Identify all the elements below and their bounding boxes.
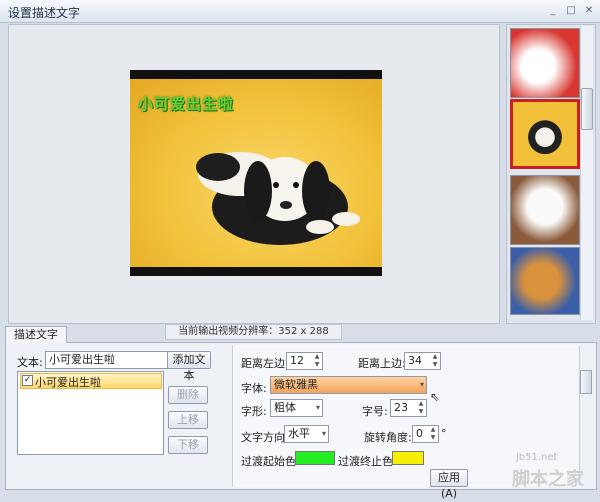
thumbnail-4[interactable] [510,247,580,315]
settings-scroll-thumb[interactable] [580,370,592,394]
add-text-button[interactable]: 添加文本 [167,351,211,382]
move-up-button[interactable]: 上移 [168,411,208,429]
font-combo[interactable]: 微软雅黑 ▾ [270,376,427,394]
watermark-site: jb51.net [516,452,558,463]
overlay-caption[interactable]: 小可爱出生啦 [138,93,234,114]
maximize-icon[interactable]: □ [564,5,578,17]
font-size-spinner[interactable]: 23 ▲ ▼ [390,399,427,417]
spinner-arrows-icon[interactable]: ▲ ▼ [313,353,321,369]
top-margin-label: 距离上边: [358,357,406,370]
apply-button[interactable]: 应用(A) [430,469,468,500]
top-margin-spinner[interactable]: 34 ▲ ▼ [404,352,441,370]
thumbnail-3[interactable] [510,175,580,245]
text-input[interactable]: 小可爱出生啦 [45,351,169,369]
gradient-end-swatch[interactable] [392,451,424,465]
close-icon[interactable]: ✕ [582,5,596,17]
rotation-label: 旋转角度: [364,431,412,444]
font-size-value: 23 [394,401,408,414]
top-margin-value: 34 [408,354,422,367]
mouse-cursor-icon: ⇖ [430,390,441,404]
delete-button[interactable]: 删除 [168,386,208,404]
left-margin-spinner[interactable]: 12 ▲ ▼ [286,352,323,370]
text-direction-combo[interactable]: 水平 ▾ [284,425,329,443]
gradient-start-label: 过渡起始色: [241,455,300,468]
tab-description-text[interactable]: 描述文字 [5,326,67,343]
thumbnail-2-selected[interactable] [510,99,580,169]
left-margin-label: 距离左边: [241,357,289,370]
gradient-end-label: 过渡终止色: [338,455,397,468]
title-bar [0,0,600,23]
text-direction-label: 文字方向: [241,431,289,444]
chevron-down-icon[interactable]: ▾ [420,377,424,393]
gradient-start-swatch[interactable] [295,451,335,465]
text-label: 文本: [17,356,43,369]
left-margin-value: 12 [290,354,304,367]
font-style-value: 粗体 [274,401,296,414]
chevron-down-icon[interactable]: ▾ [316,400,320,416]
font-style-combo[interactable]: 粗体 ▾ [270,399,323,417]
spinner-arrows-icon[interactable]: ▲ ▼ [429,426,437,442]
minimize-icon[interactable]: _ [546,5,560,17]
resolution-info: 当前输出视频分辨率：352 x 288 [165,324,342,340]
move-down-button[interactable]: 下移 [168,436,208,454]
spinner-arrows-icon[interactable]: ▲ ▼ [431,353,439,369]
window-title: 设置描述文字 [8,6,81,20]
font-size-label: 字号: [362,405,388,418]
font-value: 微软雅黑 [274,378,318,391]
thumbnail-1[interactable] [510,28,580,98]
spinner-arrows-icon[interactable]: ▲ ▼ [417,400,425,416]
watermark-name: 脚本之家 [512,469,584,490]
list-item-checkbox[interactable]: ✓ [22,375,33,386]
rotation-value: 0 [416,427,423,440]
thumbnail-scroll-thumb[interactable] [581,88,593,130]
font-style-label: 字形: [241,405,267,418]
font-label: 字体: [241,382,267,395]
text-direction-value: 水平 [288,427,310,440]
rotation-spinner[interactable]: 0 ▲ ▼ [412,425,439,443]
list-item-label: 小可爱出生啦 [35,376,101,389]
chevron-down-icon[interactable]: ▾ [322,426,326,442]
rotation-unit: ° [441,427,447,440]
thumbnail-scrollbar[interactable] [580,26,593,320]
